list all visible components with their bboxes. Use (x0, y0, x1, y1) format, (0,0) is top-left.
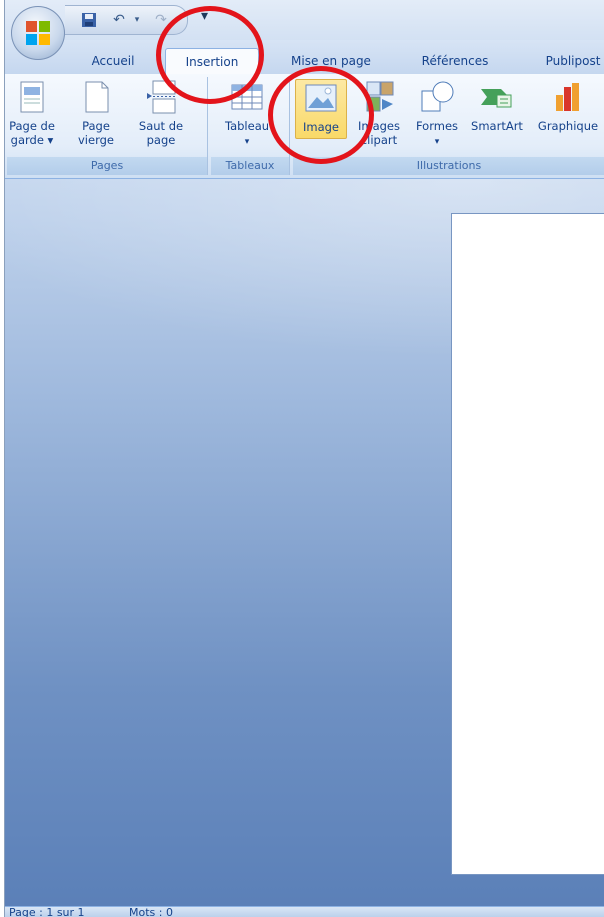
page-vierge-label-1: Page (82, 119, 110, 133)
undo-icon[interactable]: ↶ (109, 10, 129, 30)
formes-button[interactable]: Formes ▾ (413, 79, 461, 149)
smartart-label: SmartArt (471, 119, 523, 133)
group-pages-label: Pages (7, 157, 207, 175)
page-de-garde-button[interactable]: Page de garde ▾ (7, 79, 57, 147)
page-count-status[interactable]: Page : 1 sur 1 (9, 907, 85, 917)
formes-dropdown-icon[interactable]: ▾ (435, 137, 440, 147)
title-bar: ↶ ▾ ↷ ▾ (5, 0, 604, 40)
office-logo-icon (26, 21, 50, 45)
office-button[interactable] (11, 6, 65, 60)
cover-page-icon (20, 81, 44, 113)
tab-accueil[interactable]: Accueil (85, 50, 141, 72)
tableau-label: Tableau (224, 119, 270, 133)
annotation-circle-insertion (156, 6, 264, 104)
tableau-dropdown-icon[interactable]: ▾ (245, 137, 250, 147)
smartart-icon (481, 89, 512, 108)
word-count-status[interactable]: Mots : 0 (129, 907, 173, 917)
page-de-garde-label-1: Page de (9, 119, 55, 133)
blank-page-icon (85, 81, 109, 113)
graphique-label: Graphique (537, 119, 599, 133)
page-vierge-button[interactable]: Page vierge (73, 79, 119, 147)
tab-publipostage[interactable]: Publipost (535, 50, 604, 72)
smartart-button[interactable]: SmartArt (465, 79, 529, 133)
document-workspace (5, 179, 604, 906)
graphique-button[interactable]: Graphique (533, 79, 603, 133)
undo-dropdown-icon[interactable]: ▾ (127, 10, 147, 30)
annotation-circle-image (268, 66, 374, 164)
saut-de-page-label-2: page (146, 133, 176, 147)
tab-references[interactable]: Références (415, 50, 495, 72)
page-de-garde-label-2: garde ▾ (10, 133, 54, 147)
page-vierge-label-2: vierge (78, 133, 114, 147)
formes-label: Formes (415, 119, 459, 133)
document-page[interactable] (451, 213, 604, 875)
status-bar: Page : 1 sur 1 Mots : 0 (5, 906, 604, 917)
save-icon[interactable] (79, 10, 99, 30)
group-tableaux-label: Tableaux (211, 157, 289, 175)
saut-de-page-label-1: Saut de (138, 119, 184, 133)
chart-icon (556, 83, 579, 111)
shapes-icon (421, 81, 454, 112)
